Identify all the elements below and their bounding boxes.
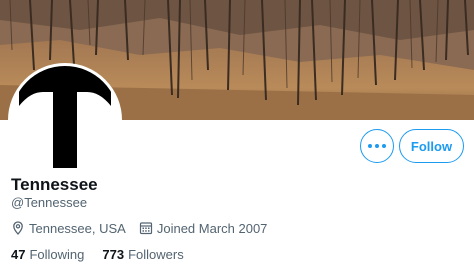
following-label: Following — [29, 246, 85, 262]
joined-item: Joined March 2007 — [139, 220, 268, 236]
profile-stats: 47 Following 773 Followers — [11, 245, 202, 263]
profile-display-name: Tennessee — [11, 175, 98, 194]
profile-avatar[interactable] — [8, 63, 122, 177]
location-item: Tennessee, USA — [11, 221, 126, 236]
following-count: 47 — [11, 246, 26, 262]
followers-label: Followers — [128, 246, 184, 262]
tennessee-logo-avatar — [11, 66, 119, 174]
location-pin-icon — [13, 221, 23, 235]
profile-handle: @Tennessee — [11, 195, 88, 210]
calendar-icon — [139, 222, 152, 235]
follow-button[interactable]: Follow — [399, 129, 464, 163]
profile-meta: Tennessee, USA Joined March 2007 — [11, 219, 280, 237]
location-text: Tennessee, USA — [29, 220, 126, 236]
joined-date-text: Joined March 2007 — [156, 220, 268, 236]
following-link[interactable]: 47 Following — [11, 247, 84, 262]
followers-link[interactable]: 773 Followers — [102, 247, 183, 262]
more-horizontal-icon — [368, 144, 372, 148]
followers-count: 773 — [102, 246, 125, 262]
more-options-button[interactable] — [360, 129, 394, 163]
